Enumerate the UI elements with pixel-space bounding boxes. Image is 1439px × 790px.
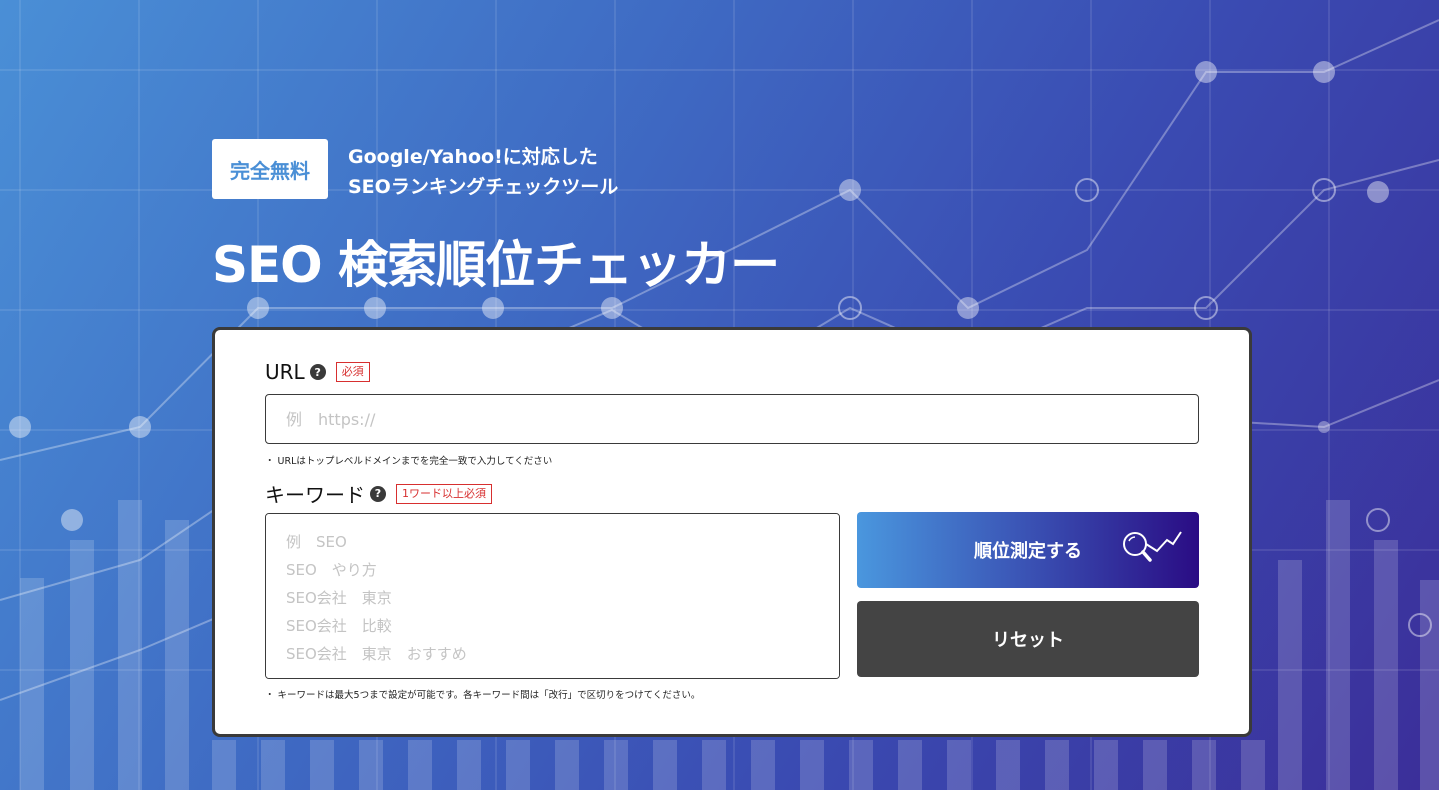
decor-bar xyxy=(653,740,677,790)
decor-bar xyxy=(1420,580,1439,790)
decor-bar xyxy=(604,740,628,790)
keyword-label: キーワード xyxy=(265,483,365,507)
decor-bar xyxy=(555,740,579,790)
decor-dot xyxy=(364,297,386,319)
decor-dot xyxy=(1367,181,1389,203)
keyword-textarea[interactable] xyxy=(265,513,840,679)
decor-bar xyxy=(702,740,726,790)
decor-bar xyxy=(898,740,922,790)
decor-bar xyxy=(1192,740,1216,790)
decor-dot xyxy=(1195,61,1217,83)
hero-lead-line1: Google/Yahoo!に対応した xyxy=(348,146,598,168)
decor-bar xyxy=(1241,740,1265,790)
decor-dot xyxy=(129,416,151,438)
url-label: URL xyxy=(265,360,305,384)
decor-dot xyxy=(1318,421,1330,433)
url-label-row: URL ? 必須 xyxy=(265,360,370,384)
decor-bar xyxy=(118,500,142,790)
decor-bar xyxy=(20,578,44,790)
decor-bar xyxy=(212,740,236,790)
keyword-required-tag: 1ワード以上必須 xyxy=(396,483,492,504)
decor-dot xyxy=(61,509,83,531)
decor-dot xyxy=(839,179,861,201)
url-input[interactable] xyxy=(265,394,1199,444)
question-circle-icon[interactable]: ? xyxy=(370,485,386,502)
hero-lead-line2: SEOランキングチェックツール xyxy=(348,176,619,198)
decor-bar xyxy=(1278,560,1302,790)
reset-button[interactable]: リセット xyxy=(857,601,1199,677)
decor-bar xyxy=(1374,540,1398,790)
decor-dot xyxy=(1313,61,1335,83)
decor-bar xyxy=(457,740,481,790)
hero-lead: Google/Yahoo!に対応した SEOランキングチェックツール xyxy=(348,142,748,202)
url-note: ・ URLはトップレベルドメインまでを完全一致で入力してください xyxy=(265,456,553,467)
decor-bar xyxy=(165,520,189,790)
measure-button-label: 順位測定する xyxy=(974,541,1082,561)
measure-ranking-button[interactable]: 順位測定する xyxy=(857,512,1199,588)
decor-bar xyxy=(1326,500,1350,790)
decor-bar xyxy=(1094,740,1118,790)
decor-bar xyxy=(996,740,1020,790)
decor-bar xyxy=(849,740,873,790)
decor-bar xyxy=(800,740,824,790)
decor-bar xyxy=(1045,740,1069,790)
decor-bar xyxy=(408,740,432,790)
decor-bar xyxy=(506,740,530,790)
checker-form-card: URL ? 必須 ・ URLはトップレベルドメインまでを完全一致で入力してくださ… xyxy=(212,327,1252,737)
decor-bar xyxy=(310,740,334,790)
keyword-label-row: キーワード ? 1ワード以上必須 xyxy=(265,479,492,508)
magnifier-trend-icon xyxy=(1123,531,1182,562)
decor-dot xyxy=(957,297,979,319)
keyword-note: ・ キーワードは最大5つまで設定が可能です。各キーワード間は「改行」で区切りをつ… xyxy=(265,690,701,701)
decor-bar xyxy=(947,740,971,790)
page-title: SEO 検索順位チェッカー xyxy=(212,236,780,294)
decor-bar xyxy=(1143,740,1167,790)
decor-dot xyxy=(9,416,31,438)
decor-dot xyxy=(601,297,623,319)
decor-bar xyxy=(359,740,383,790)
decor-bar xyxy=(261,740,285,790)
required-tag: 必須 xyxy=(335,362,370,382)
decor-dot xyxy=(1366,508,1390,532)
decor-dot xyxy=(482,297,504,319)
question-circle-icon[interactable]: ? xyxy=(309,364,326,380)
decor-dot xyxy=(247,297,269,319)
decor-bar xyxy=(751,740,775,790)
free-badge: 完全無料 xyxy=(212,139,328,199)
